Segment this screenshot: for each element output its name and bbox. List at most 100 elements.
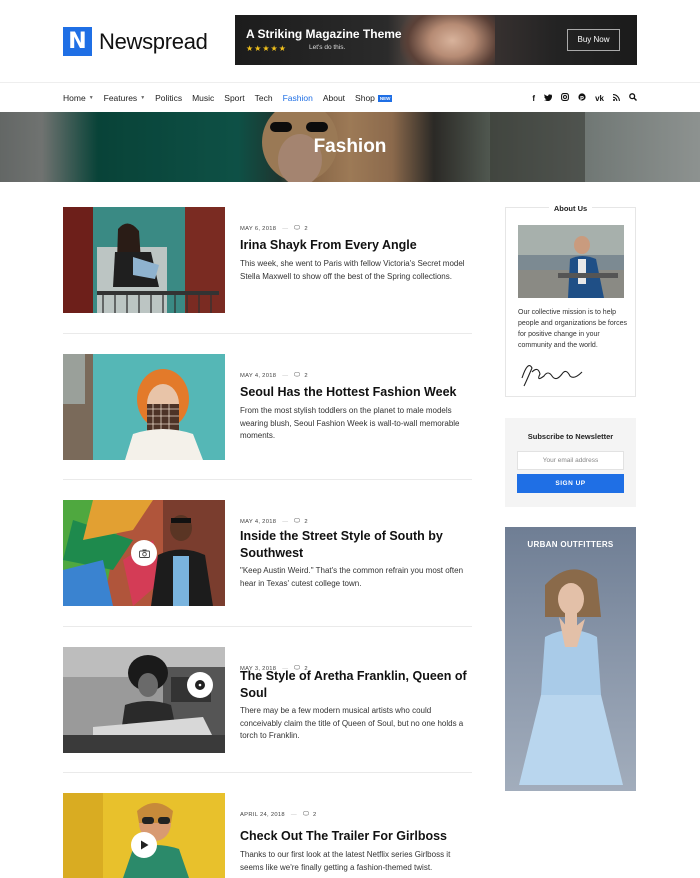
category-hero: Fashion <box>0 112 700 182</box>
comment-icon <box>294 224 301 232</box>
nav-item-label: Features <box>103 93 138 103</box>
article-excerpt: Thanks to our first look at the latest N… <box>240 850 451 872</box>
comment-icon <box>294 517 301 525</box>
meta-separator: — <box>290 811 298 818</box>
nav-item-tech[interactable]: Tech <box>255 93 273 103</box>
camera-icon[interactable] <box>131 540 157 566</box>
main-navigation: Home ▼ Features ▼ Politics Music Sport T… <box>0 82 700 112</box>
page-title: Fashion <box>313 136 387 157</box>
comment-icon <box>294 371 301 379</box>
ad-photo <box>519 569 623 785</box>
pinterest-icon[interactable]: p <box>578 93 586 103</box>
article-thumbnail[interactable] <box>63 500 225 606</box>
twitter-icon[interactable] <box>544 93 553 103</box>
sidebar-ad[interactable]: URBAN OUTFITTERS <box>505 527 636 791</box>
article-date: MAY 4, 2018 <box>240 518 277 525</box>
sign-up-button[interactable]: SIGN UP <box>517 474 624 493</box>
article-thumbnail[interactable] <box>63 354 225 460</box>
article-item[interactable]: APRIL 24, 2018 — 2 Check Out The Trailer… <box>63 793 472 878</box>
divider <box>63 333 472 334</box>
comment-count[interactable]: 2 <box>313 812 317 818</box>
rss-icon[interactable] <box>612 93 620 103</box>
nav-item-features[interactable]: Features ▼ <box>104 93 146 103</box>
article-excerpt: There may be a few modern musical artist… <box>240 706 464 740</box>
banner-subtitle: Let's do this. <box>309 44 346 51</box>
article-photo <box>63 207 225 313</box>
article-title[interactable]: The Style of Aretha Franklin, Queen of S… <box>240 668 472 702</box>
buy-now-button[interactable]: Buy Now <box>567 29 620 51</box>
article-meta: APRIL 24, 2018 — 2 <box>240 810 317 818</box>
widget-title: About Us <box>506 204 635 213</box>
site-name: Newspread <box>99 28 208 54</box>
article-meta: MAY 6, 2018 — 2 <box>240 224 308 232</box>
header-banner-ad[interactable]: A Striking Magazine Theme ★★★★★ Let's do… <box>235 15 637 65</box>
divider <box>63 479 472 480</box>
svg-text:p: p <box>580 95 584 101</box>
logo-mark: N <box>63 27 92 56</box>
article-thumbnail[interactable] <box>63 647 225 753</box>
banner-photo <box>400 15 495 65</box>
nav-item-label: Shop <box>355 93 375 103</box>
nav-item-fashion[interactable]: Fashion <box>283 93 313 103</box>
divider <box>63 772 472 773</box>
article-title[interactable]: Inside the Street Style of South by Sout… <box>240 528 472 562</box>
widget-title-text: About Us <box>548 204 593 213</box>
site-header: N Newspread A Striking Magazine Theme ★★… <box>0 0 700 82</box>
newsletter-widget: Subscribe to Newsletter Your email addre… <box>505 418 636 507</box>
about-widget: About Us Our collective mission is to he… <box>505 204 636 397</box>
article-photo <box>63 647 225 753</box>
nav-item-politics[interactable]: Politics <box>155 93 182 103</box>
site-logo[interactable]: N Newspread <box>63 27 208 56</box>
article-meta: MAY 4, 2018 — 2 <box>240 371 308 379</box>
play-icon[interactable] <box>131 832 157 858</box>
ad-brand: URBAN OUTFITTERS <box>527 540 614 549</box>
article-title[interactable]: Check Out The Trailer For Girlboss <box>240 828 472 845</box>
article-thumbnail[interactable] <box>63 793 225 878</box>
article-item[interactable]: MAY 6, 2018 — 2 Irina Shayk From Every A… <box>63 207 472 313</box>
vk-icon[interactable]: vk <box>595 94 604 103</box>
nav-menu: Home ▼ Features ▼ Politics Music Sport T… <box>63 83 402 113</box>
article-thumbnail[interactable] <box>63 207 225 313</box>
nav-item-sport[interactable]: Sport <box>224 93 244 103</box>
search-icon[interactable] <box>629 93 637 103</box>
nav-item-about[interactable]: About <box>323 93 345 103</box>
banner-rating-stars: ★★★★★ <box>246 44 287 53</box>
social-links: f p vk <box>523 83 637 113</box>
article-date: MAY 6, 2018 <box>240 225 277 232</box>
article-excerpt: "Keep Austin Weird." That's the common r… <box>240 566 464 588</box>
meta-separator: — <box>282 518 289 525</box>
nav-item-home[interactable]: Home ▼ <box>63 93 94 103</box>
article-excerpt: From the most stylish toddlers on the pl… <box>240 406 460 440</box>
email-field[interactable]: Your email address <box>517 451 624 470</box>
meta-separator: — <box>282 225 289 232</box>
comment-icon <box>302 810 310 818</box>
comment-count[interactable]: 2 <box>304 519 308 525</box>
article-title[interactable]: Irina Shayk From Every Angle <box>240 237 472 254</box>
article-meta: MAY 4, 2018 — 2 <box>240 517 308 525</box>
article-item[interactable]: MAY 3, 2018 — 2 The Style of Aretha Fran… <box>63 647 472 753</box>
nav-item-shop[interactable]: Shop NEW <box>355 93 393 103</box>
article-item[interactable]: MAY 4, 2018 — 2 Inside the Street Style … <box>63 500 472 606</box>
comment-count[interactable]: 2 <box>304 226 308 232</box>
meta-separator: — <box>282 372 289 379</box>
chevron-down-icon: ▼ <box>140 95 146 101</box>
banner-title: A Striking Magazine Theme <box>246 27 402 41</box>
about-text: Our collective mission is to help people… <box>518 309 627 349</box>
widget-title: Subscribe to Newsletter <box>527 432 614 441</box>
article-date: APRIL 24, 2018 <box>240 811 285 818</box>
comment-count[interactable]: 2 <box>304 373 308 379</box>
article-excerpt: This week, she went to Paris with fellow… <box>240 259 465 281</box>
signature-image <box>521 365 583 387</box>
instagram-icon[interactable] <box>561 93 570 103</box>
article-title[interactable]: Seoul Has the Hottest Fashion Week <box>240 384 472 401</box>
about-photo <box>518 225 624 298</box>
nav-item-label: Home <box>63 93 86 103</box>
facebook-icon[interactable]: f <box>532 94 535 103</box>
article-date: MAY 4, 2018 <box>240 372 277 379</box>
chevron-down-icon: ▼ <box>88 95 94 101</box>
article-item[interactable]: MAY 4, 2018 — 2 Seoul Has the Hottest Fa… <box>63 354 472 460</box>
new-badge: NEW <box>377 94 393 102</box>
nav-item-music[interactable]: Music <box>192 93 214 103</box>
audio-icon[interactable] <box>187 672 213 698</box>
divider <box>63 626 472 627</box>
